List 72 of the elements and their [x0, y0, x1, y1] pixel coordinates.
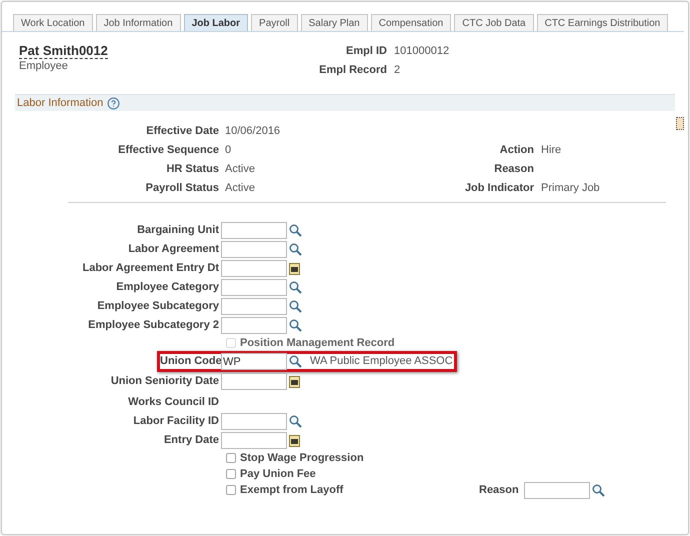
field-value: 101000012	[394, 44, 450, 59]
calendar-icon[interactable]	[289, 434, 300, 446]
input-field[interactable]	[221, 279, 287, 296]
field-label: Employee Subcategory	[96, 299, 219, 314]
field-label: Works Council ID	[127, 395, 219, 410]
field-label: Empl Record	[318, 63, 387, 78]
tab[interactable]: CTC Earnings Distribution	[536, 14, 668, 31]
field-label: Employee Category	[115, 280, 219, 296]
search-icon[interactable]	[289, 355, 302, 368]
tab[interactable]: Work Location	[13, 14, 93, 31]
input-field[interactable]	[221, 260, 287, 277]
employee-name[interactable]: Pat Smith0012	[19, 43, 108, 59]
checkbox[interactable]	[226, 485, 236, 495]
field-label: Job Indicator	[464, 181, 534, 196]
input-field[interactable]	[221, 413, 287, 430]
field-label: Reason	[479, 482, 519, 498]
calendar-icon[interactable]	[289, 262, 300, 274]
input-field[interactable]	[524, 482, 590, 498]
field-label: Effective Date	[145, 124, 219, 139]
calendar-icon[interactable]	[289, 376, 300, 388]
search-icon[interactable]	[289, 415, 302, 428]
search-icon[interactable]	[289, 300, 302, 313]
field-value: Hire	[541, 143, 562, 158]
input-field[interactable]	[221, 241, 287, 258]
field-label: Labor Facility ID	[132, 414, 219, 430]
field-value: Primary Job	[541, 181, 600, 196]
field-label: Reason	[493, 162, 534, 177]
field-label: Employee Subcategory 2	[87, 318, 219, 334]
field-label: Labor Agreement	[127, 242, 219, 258]
search-icon[interactable]	[289, 319, 302, 332]
input-field[interactable]: WP	[221, 353, 287, 370]
field-value: 0	[225, 143, 232, 158]
field-label: Payroll Status	[144, 181, 219, 196]
search-icon[interactable]	[289, 243, 302, 256]
checkbox[interactable]	[226, 453, 236, 463]
search-icon[interactable]	[289, 224, 302, 237]
tab[interactable]: Payroll	[251, 14, 298, 31]
tab[interactable]: CTC Job Data	[454, 14, 534, 31]
checkbox-label: Exempt from Layoff	[240, 482, 344, 498]
checkbox-label: Stop Wage Progression	[240, 450, 364, 466]
input-field[interactable]	[221, 222, 287, 239]
field-label: Effective Sequence	[117, 143, 219, 158]
field-label: Union Code	[160, 354, 219, 370]
field-value: Active	[225, 162, 256, 177]
checkbox-label: Pay Union Fee	[240, 466, 316, 482]
employee-role: Employee	[19, 59, 69, 74]
input-field[interactable]	[221, 373, 287, 390]
field-label: Union Seniority Date	[110, 374, 219, 390]
search-icon[interactable]	[289, 281, 302, 294]
field-label: HR Status	[165, 162, 219, 177]
field-label: Labor Agreement Entry Dt	[81, 261, 219, 276]
field-description: WA Public Employee ASSOC	[310, 354, 453, 370]
tab[interactable]: Salary Plan	[300, 14, 368, 31]
tab[interactable]: Job Labor	[184, 14, 248, 31]
help-icon[interactable]	[107, 96, 120, 110]
notes-icon[interactable]	[676, 117, 684, 130]
section-title: Labor Information	[17, 96, 104, 111]
field-value: 10/06/2016	[225, 124, 282, 139]
input-field[interactable]	[221, 317, 287, 334]
field-label: Empl ID	[345, 44, 387, 59]
input-field[interactable]	[221, 298, 287, 315]
input-field[interactable]	[221, 432, 287, 449]
tab[interactable]: Job Information	[96, 14, 181, 31]
tab[interactable]: Compensation	[370, 14, 452, 31]
field-label: Action	[498, 143, 534, 158]
checkbox[interactable]	[226, 469, 236, 479]
field-label: Bargaining Unit	[136, 223, 219, 238]
search-icon[interactable]	[592, 484, 605, 496]
field-value: 2	[394, 63, 402, 78]
field-value: Active	[225, 181, 256, 196]
checkbox-label: Position Management Record	[240, 336, 395, 351]
field-label: Entry Date	[162, 433, 219, 448]
